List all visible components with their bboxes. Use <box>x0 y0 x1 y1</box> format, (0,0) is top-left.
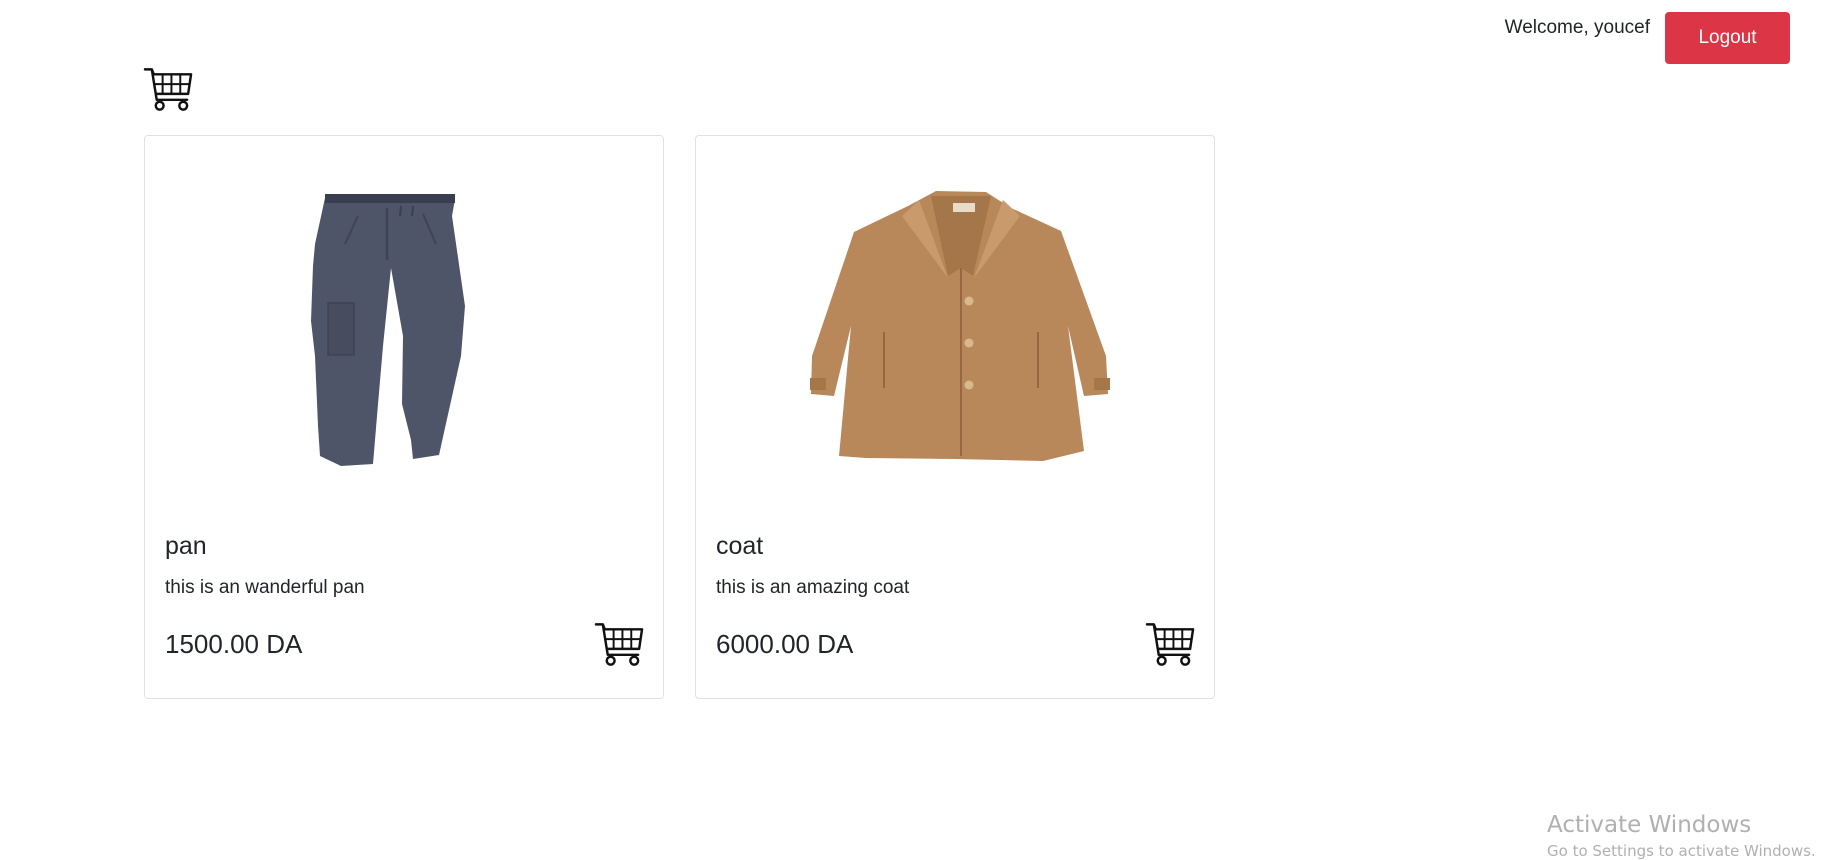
coat-image <box>716 156 1194 486</box>
welcome-text: Welcome, youcef <box>1504 17 1650 38</box>
shopping-cart-icon <box>143 68 193 111</box>
shopping-cart-icon <box>1145 623 1195 666</box>
product-name: coat <box>716 532 764 560</box>
product-price: 6000.00 DA <box>716 629 854 659</box>
product-price: 1500.00 DA <box>165 629 303 659</box>
product-description: this is an wanderful pan <box>165 577 365 598</box>
cart-button[interactable] <box>143 66 194 112</box>
watermark-subtitle: Go to Settings to activate Windows. <box>1547 842 1816 860</box>
watermark-title: Activate Windows <box>1547 812 1752 838</box>
logout-button[interactable]: Logout <box>1665 12 1790 64</box>
activate-windows-watermark: Activate Windows Go to Settings to activ… <box>1547 812 1816 860</box>
product-card: coat this is an amazing coat 6000.00 DA <box>695 135 1215 699</box>
add-to-cart-button[interactable] <box>594 621 645 667</box>
product-image <box>165 156 643 486</box>
product-description: this is an amazing coat <box>716 577 910 598</box>
header-user: Welcome, youcef Logout <box>1505 12 1790 64</box>
product-card: pan this is an wanderful pan 1500.00 DA <box>144 135 664 699</box>
pants-image <box>165 156 643 486</box>
product-image <box>716 156 1194 486</box>
add-to-cart-button[interactable] <box>1145 621 1196 667</box>
shopping-cart-icon <box>594 623 644 666</box>
product-name: pan <box>165 532 207 560</box>
